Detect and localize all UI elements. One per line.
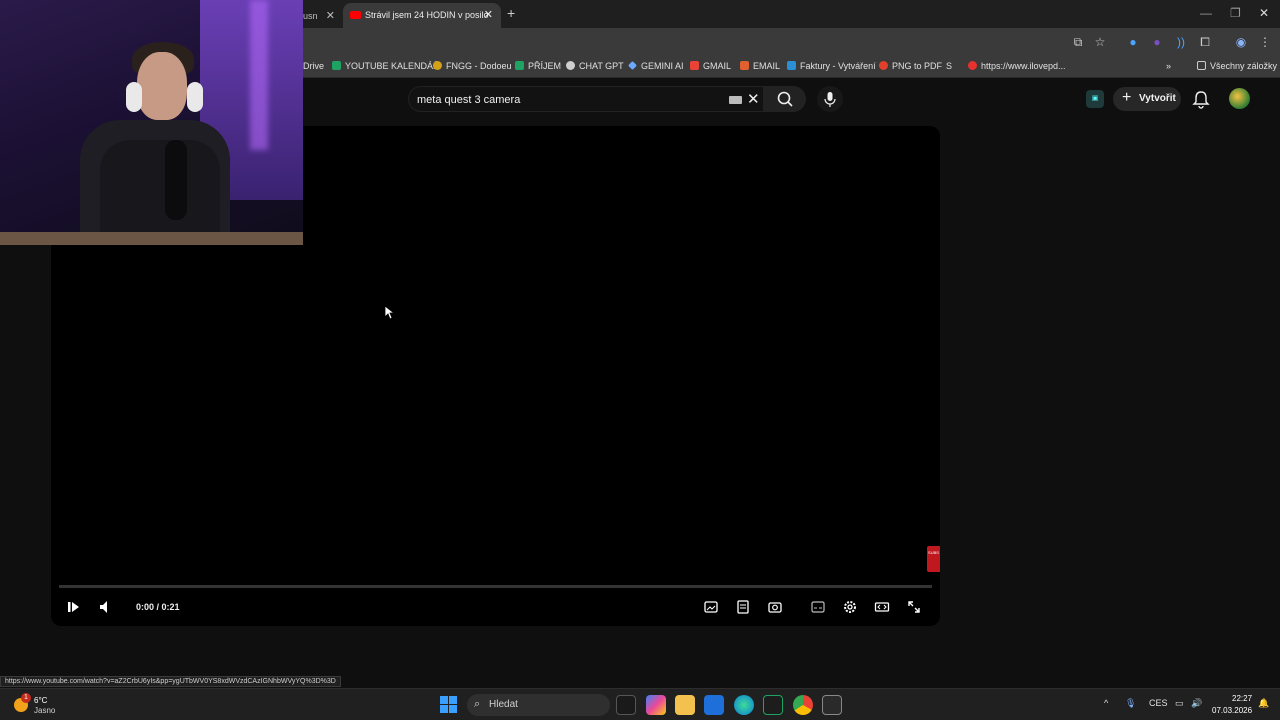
time-display: 0:00 / 0:21: [136, 602, 180, 612]
temperature: 6°C: [34, 696, 48, 705]
email-icon: [740, 61, 749, 70]
epic-games-icon[interactable]: [822, 695, 842, 715]
extension-purple-icon[interactable]: ●: [1150, 35, 1164, 49]
bookmark-item[interactable]: Faktury - Vytváření: [787, 61, 876, 71]
volume-icon[interactable]: [97, 599, 113, 615]
mouse-cursor-icon: [385, 306, 395, 320]
search-icon: [777, 91, 793, 107]
bookmark-item[interactable]: Drive: [303, 61, 324, 71]
file-explorer-icon[interactable]: [675, 695, 695, 715]
gmail-icon: [690, 61, 699, 70]
weather-widget[interactable]: 1 6°C Jasno: [12, 693, 82, 717]
notifications-bell-icon[interactable]: [1192, 89, 1210, 109]
heart-icon: [968, 61, 977, 70]
network-icon[interactable]: ▭: [1175, 698, 1184, 709]
tab-title: usn: [303, 11, 318, 21]
sheets-icon: [332, 61, 341, 70]
folder-icon: [1197, 61, 1206, 70]
windows-taskbar: 1 6°C Jasno ⌕ Hledat ^ 🎙 CES ▭ 🔊 22:27 0…: [0, 688, 1280, 720]
outlook-icon[interactable]: [704, 695, 724, 715]
copilot-icon[interactable]: [646, 695, 666, 715]
audio-extension-icon[interactable]: )): [1174, 35, 1188, 49]
plus-icon: +: [1122, 89, 1132, 106]
bookmark-item[interactable]: EMAIL: [740, 61, 780, 71]
bookmark-item[interactable]: GMAIL: [690, 61, 731, 71]
status-url: https://www.youtube.com/watch?v=aZ2CrbU6…: [0, 676, 341, 687]
extension-blue-icon[interactable]: ●: [1126, 35, 1140, 49]
profile-icon[interactable]: ◉: [1234, 35, 1248, 49]
tab-title: Strávil jsem 24 HODIN v posilo: [365, 10, 489, 20]
create-button[interactable]: + Vytvořit: [1113, 87, 1181, 111]
close-icon[interactable]: ✕: [326, 9, 335, 22]
bookmark-item[interactable]: YOUTUBE KALENDÁŘ: [332, 61, 440, 71]
webcam-overlay: [0, 0, 303, 245]
notification-bell-icon[interactable]: 🔔: [1258, 698, 1269, 709]
chrome-icon[interactable]: [793, 695, 813, 715]
sheets-icon: [515, 61, 524, 70]
avatar[interactable]: [1229, 88, 1250, 109]
search-icon: ⌕: [474, 698, 481, 710]
tray-chevron-icon[interactable]: ^: [1104, 698, 1108, 708]
studio-icon[interactable]: ▣: [1086, 90, 1104, 108]
tray-microphone-icon[interactable]: 🎙: [1125, 698, 1136, 709]
bookmark-item[interactable]: PŘÍJEM: [515, 61, 561, 71]
bookmark-star-icon[interactable]: ☆: [1093, 35, 1107, 49]
fullscreen-icon[interactable]: [906, 599, 922, 615]
bookmark-item[interactable]: CHAT GPT: [566, 61, 624, 71]
notification-badge: 1: [21, 693, 31, 703]
bookmark-item[interactable]: GEMINI AI: [628, 61, 684, 71]
miniplayer-icon[interactable]: [703, 599, 719, 615]
maximize-icon[interactable]: ❐: [1230, 6, 1241, 20]
language-indicator[interactable]: CES: [1149, 698, 1168, 708]
volume-tray-icon[interactable]: 🔊: [1191, 698, 1202, 709]
settings-gear-icon[interactable]: [842, 599, 858, 615]
fngg-icon: [433, 61, 442, 70]
weather-description: Jasno: [34, 706, 56, 715]
minimize-icon[interactable]: —: [1200, 6, 1212, 20]
keyboard-icon[interactable]: [729, 96, 742, 104]
system-clock[interactable]: 22:27 07.03.2026: [1212, 693, 1252, 717]
close-icon[interactable]: ✕: [484, 8, 493, 21]
search-button[interactable]: [764, 86, 806, 112]
install-app-icon[interactable]: ⧉: [1071, 35, 1085, 49]
voice-search-button[interactable]: [817, 86, 843, 112]
play-pause-icon[interactable]: [65, 599, 81, 615]
subscribe-badge-icon[interactable]: SUBS: [927, 546, 940, 572]
theater-mode-icon[interactable]: [874, 599, 890, 615]
window-close-icon[interactable]: ✕: [1259, 6, 1269, 20]
bookmark-item[interactable]: S: [946, 61, 952, 71]
invoice-icon: [787, 61, 796, 70]
edge-icon[interactable]: [734, 695, 754, 715]
browser-tab-previous[interactable]: usn ✕: [303, 4, 343, 26]
clear-search-icon[interactable]: ✕: [747, 90, 760, 108]
screenshot-camera-icon[interactable]: [767, 599, 783, 615]
bookmark-item[interactable]: PNG to PDF: [879, 61, 942, 71]
search-input[interactable]: [417, 91, 717, 109]
all-bookmarks-folder[interactable]: Všechny záložky: [1197, 61, 1277, 71]
gemini-icon: [628, 61, 637, 70]
terminal-icon[interactable]: [763, 695, 783, 715]
transcript-icon[interactable]: [735, 599, 751, 615]
youtube-favicon-icon: [350, 11, 361, 19]
new-tab-button[interactable]: +: [507, 5, 515, 21]
bookmarks-overflow-button[interactable]: »: [1166, 61, 1171, 71]
browser-tab-active[interactable]: Strávil jsem 24 HODIN v posilo ✕: [343, 3, 501, 28]
extensions-puzzle-icon[interactable]: ⧠: [1198, 35, 1212, 49]
png-to-pdf-icon: [879, 61, 888, 70]
menu-kebab-icon[interactable]: ⋮: [1258, 35, 1272, 49]
bookmark-item[interactable]: https://www.ilovepd...: [968, 61, 1066, 71]
progress-bar[interactable]: [59, 585, 932, 588]
subtitles-icon[interactable]: [810, 599, 826, 615]
bookmark-item[interactable]: FNGG - Dodoeu: [433, 61, 512, 71]
start-button[interactable]: [440, 696, 457, 713]
microphone-icon: [824, 92, 836, 107]
chatgpt-icon: [566, 61, 575, 70]
task-view-icon[interactable]: [616, 695, 636, 715]
taskbar-search[interactable]: ⌕ Hledat: [467, 694, 610, 716]
search-box: ✕: [408, 86, 764, 112]
